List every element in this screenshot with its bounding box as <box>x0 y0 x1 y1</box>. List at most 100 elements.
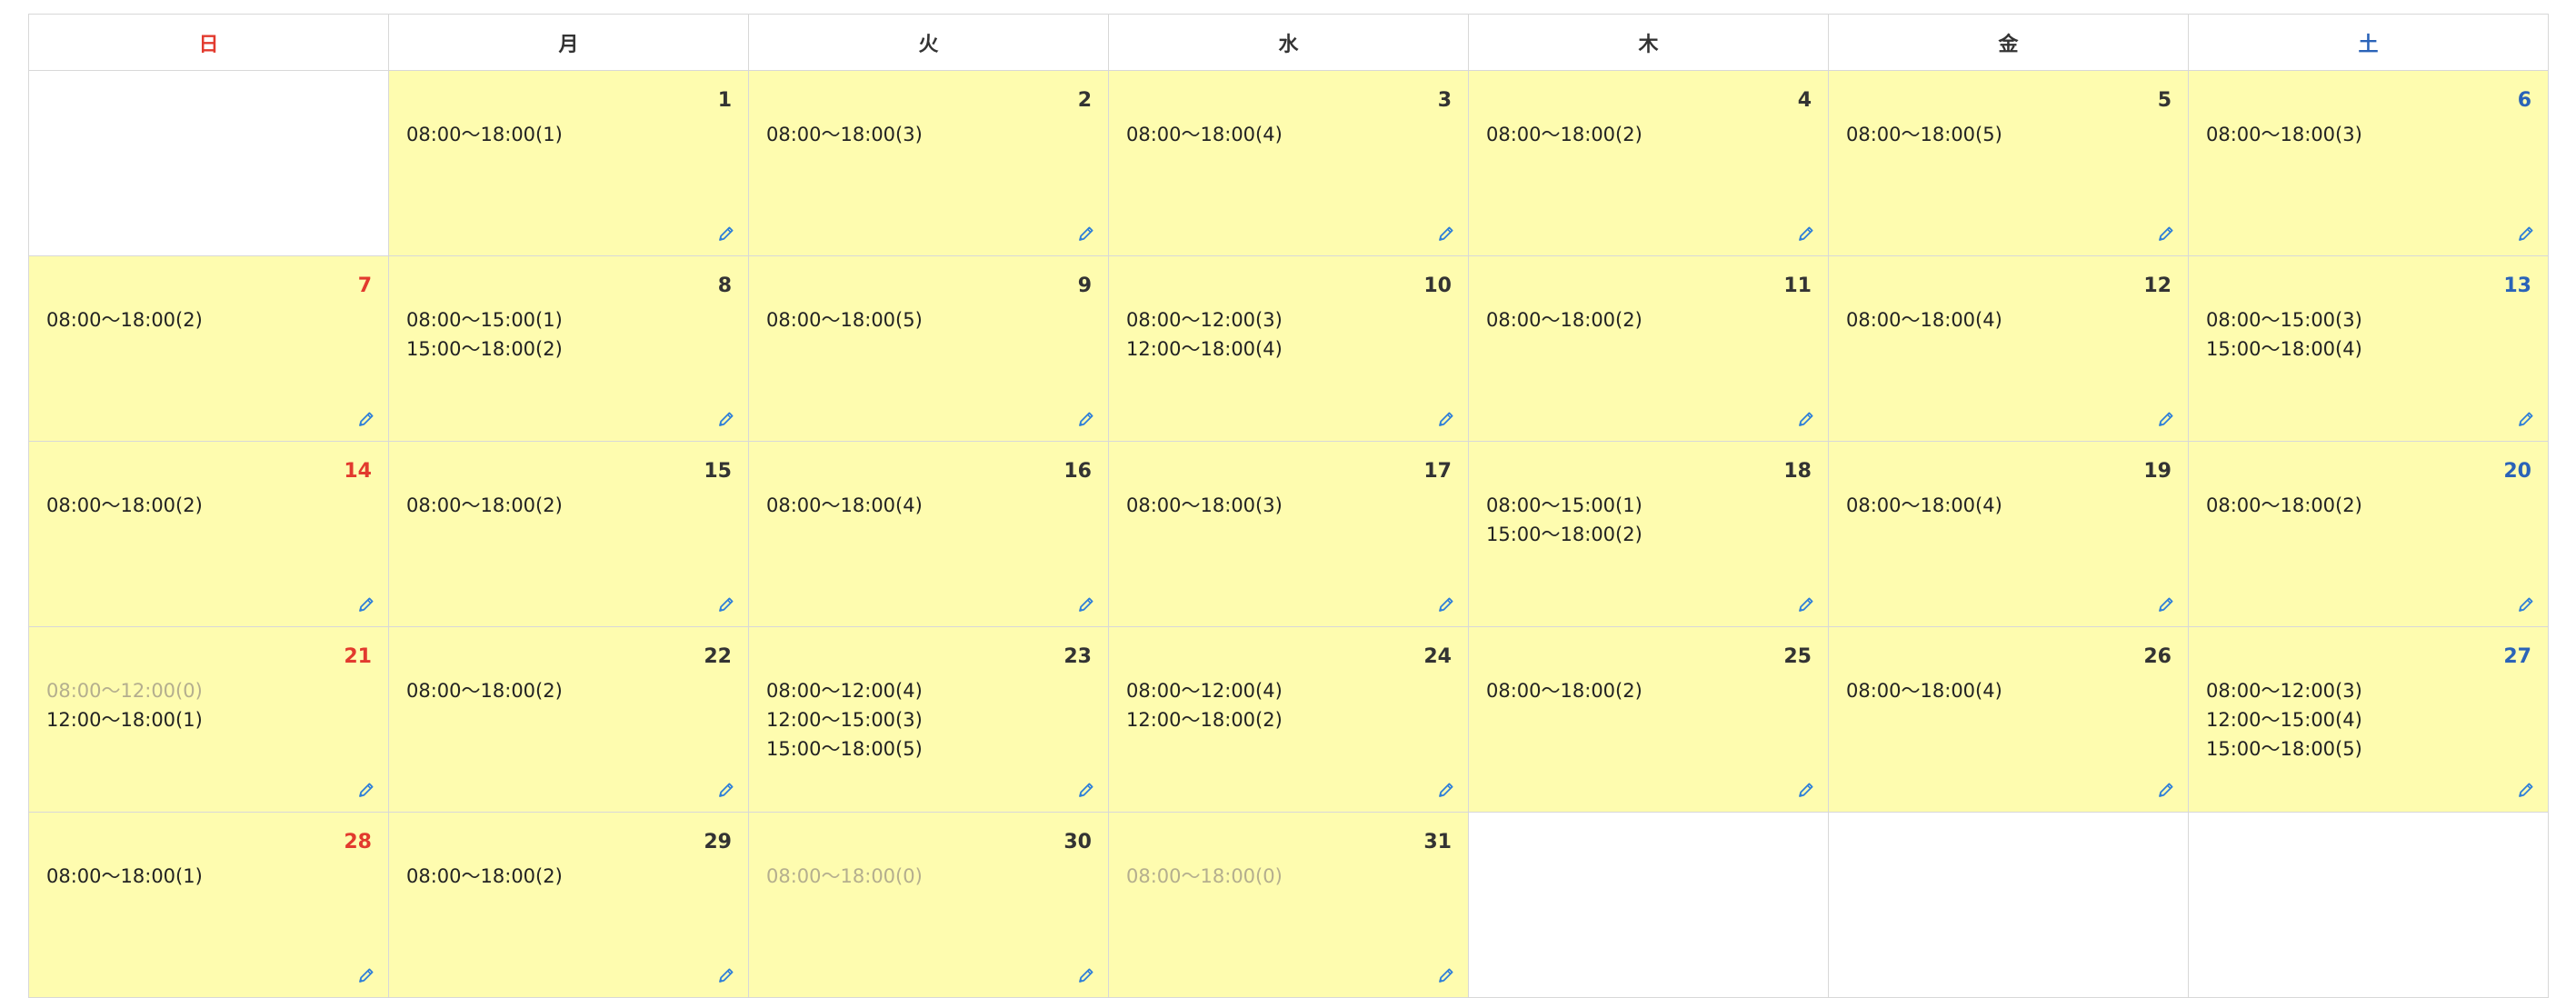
pencil-icon[interactable] <box>1437 595 1455 614</box>
time-slot[interactable]: 12:00〜15:00(4) <box>2206 705 2531 734</box>
calendar-day-cell[interactable]: 20 08:00〜18:00(2) <box>2188 441 2549 627</box>
pencil-icon[interactable] <box>717 595 735 614</box>
calendar-day-cell[interactable]: 4 08:00〜18:00(2) <box>1468 70 1829 256</box>
pencil-icon[interactable] <box>1797 410 1815 428</box>
calendar-day-cell[interactable]: 23 08:00〜12:00(4) 12:00〜15:00(3) 15:00〜18:0… <box>748 626 1109 813</box>
time-slot[interactable]: 08:00〜18:00(0) <box>766 862 1091 891</box>
pencil-icon[interactable] <box>1797 225 1815 243</box>
calendar-day-cell[interactable]: 31 08:00〜18:00(0) <box>1108 812 1469 998</box>
calendar-day-cell[interactable]: 3 08:00〜18:00(4) <box>1108 70 1469 256</box>
pencil-icon[interactable] <box>1077 595 1095 614</box>
pencil-icon[interactable] <box>1077 966 1095 984</box>
time-slot[interactable]: 15:00〜18:00(5) <box>2206 734 2531 763</box>
time-slot[interactable]: 08:00〜18:00(3) <box>766 120 1091 149</box>
pencil-icon[interactable] <box>717 966 735 984</box>
time-slot[interactable]: 08:00〜15:00(3) <box>2206 305 2531 334</box>
calendar-day-cell[interactable]: 25 08:00〜18:00(2) <box>1468 626 1829 813</box>
pencil-icon[interactable] <box>2157 225 2175 243</box>
pencil-icon[interactable] <box>1437 410 1455 428</box>
pencil-icon[interactable] <box>2517 410 2535 428</box>
time-slot[interactable]: 08:00〜12:00(3) <box>2206 676 2531 705</box>
time-slot[interactable]: 08:00〜18:00(4) <box>1846 305 2171 334</box>
time-slot[interactable]: 08:00〜18:00(3) <box>1126 491 1451 520</box>
calendar-day-cell[interactable]: 9 08:00〜18:00(5) <box>748 255 1109 442</box>
time-slot[interactable]: 12:00〜18:00(1) <box>46 705 371 734</box>
pencil-icon[interactable] <box>2517 595 2535 614</box>
time-slot[interactable]: 12:00〜18:00(2) <box>1126 705 1451 734</box>
time-slot[interactable]: 15:00〜18:00(4) <box>2206 334 2531 364</box>
time-slot[interactable]: 08:00〜18:00(2) <box>406 491 731 520</box>
calendar-day-cell[interactable]: 27 08:00〜12:00(3) 12:00〜15:00(4) 15:00〜18:0… <box>2188 626 2549 813</box>
pencil-icon[interactable] <box>1437 781 1455 799</box>
pencil-icon[interactable] <box>2157 781 2175 799</box>
time-slot[interactable]: 08:00〜18:00(2) <box>2206 491 2531 520</box>
pencil-icon[interactable] <box>1077 781 1095 799</box>
time-slot[interactable]: 08:00〜18:00(4) <box>1126 120 1451 149</box>
calendar-day-cell[interactable]: 28 08:00〜18:00(1) <box>28 812 389 998</box>
time-slot[interactable]: 08:00〜18:00(2) <box>406 862 731 891</box>
pencil-icon[interactable] <box>717 225 735 243</box>
calendar-day-cell[interactable]: 29 08:00〜18:00(2) <box>388 812 749 998</box>
calendar-day-cell[interactable]: 1 08:00〜18:00(1) <box>388 70 749 256</box>
calendar-day-cell[interactable]: 6 08:00〜18:00(3) <box>2188 70 2549 256</box>
calendar-day-cell[interactable]: 21 08:00〜12:00(0) 12:00〜18:00(1) <box>28 626 389 813</box>
time-slot[interactable]: 15:00〜18:00(5) <box>766 734 1091 763</box>
calendar-day-cell[interactable]: 11 08:00〜18:00(2) <box>1468 255 1829 442</box>
time-slot[interactable]: 08:00〜18:00(2) <box>46 491 371 520</box>
calendar-day-cell[interactable]: 24 08:00〜12:00(4) 12:00〜18:00(2) <box>1108 626 1469 813</box>
pencil-icon[interactable] <box>2517 781 2535 799</box>
calendar-day-cell[interactable]: 8 08:00〜15:00(1) 15:00〜18:00(2) <box>388 255 749 442</box>
pencil-icon[interactable] <box>1797 781 1815 799</box>
time-slot[interactable]: 12:00〜15:00(3) <box>766 705 1091 734</box>
time-slot[interactable]: 08:00〜18:00(3) <box>2206 120 2531 149</box>
calendar-day-cell[interactable]: 10 08:00〜12:00(3) 12:00〜18:00(4) <box>1108 255 1469 442</box>
time-slot[interactable]: 15:00〜18:00(2) <box>406 334 731 364</box>
time-slot[interactable]: 08:00〜18:00(1) <box>406 120 731 149</box>
calendar-day-cell[interactable]: 18 08:00〜15:00(1) 15:00〜18:00(2) <box>1468 441 1829 627</box>
calendar-day-cell[interactable]: 7 08:00〜18:00(2) <box>28 255 389 442</box>
calendar-day-cell[interactable]: 15 08:00〜18:00(2) <box>388 441 749 627</box>
pencil-icon[interactable] <box>357 595 375 614</box>
time-slot[interactable]: 15:00〜18:00(2) <box>1486 520 1811 549</box>
pencil-icon[interactable] <box>1797 595 1815 614</box>
time-slot[interactable]: 08:00〜18:00(2) <box>46 305 371 334</box>
pencil-icon[interactable] <box>1077 410 1095 428</box>
time-slot[interactable]: 08:00〜15:00(1) <box>406 305 731 334</box>
calendar-day-cell[interactable]: 26 08:00〜18:00(4) <box>1828 626 2189 813</box>
time-slot[interactable]: 08:00〜15:00(1) <box>1486 491 1811 520</box>
time-slot[interactable]: 08:00〜18:00(5) <box>766 305 1091 334</box>
calendar-day-cell[interactable]: 22 08:00〜18:00(2) <box>388 626 749 813</box>
calendar-day-cell[interactable]: 13 08:00〜15:00(3) 15:00〜18:00(4) <box>2188 255 2549 442</box>
time-slot[interactable]: 08:00〜12:00(3) <box>1126 305 1451 334</box>
time-slot[interactable]: 08:00〜18:00(2) <box>406 676 731 705</box>
time-slot[interactable]: 08:00〜18:00(2) <box>1486 120 1811 149</box>
time-slot[interactable]: 08:00〜12:00(4) <box>766 676 1091 705</box>
pencil-icon[interactable] <box>1077 225 1095 243</box>
pencil-icon[interactable] <box>357 781 375 799</box>
pencil-icon[interactable] <box>1437 966 1455 984</box>
pencil-icon[interactable] <box>357 966 375 984</box>
pencil-icon[interactable] <box>2517 225 2535 243</box>
calendar-day-cell[interactable]: 19 08:00〜18:00(4) <box>1828 441 2189 627</box>
pencil-icon[interactable] <box>1437 225 1455 243</box>
pencil-icon[interactable] <box>717 781 735 799</box>
pencil-icon[interactable] <box>2157 410 2175 428</box>
time-slot[interactable]: 08:00〜18:00(5) <box>1846 120 2171 149</box>
time-slot[interactable]: 12:00〜18:00(4) <box>1126 334 1451 364</box>
calendar-day-cell[interactable]: 12 08:00〜18:00(4) <box>1828 255 2189 442</box>
pencil-icon[interactable] <box>2157 595 2175 614</box>
calendar-day-cell[interactable]: 14 08:00〜18:00(2) <box>28 441 389 627</box>
pencil-icon[interactable] <box>717 410 735 428</box>
time-slot[interactable]: 08:00〜18:00(4) <box>766 491 1091 520</box>
time-slot[interactable]: 08:00〜12:00(4) <box>1126 676 1451 705</box>
time-slot[interactable]: 08:00〜12:00(0) <box>46 676 371 705</box>
pencil-icon[interactable] <box>357 410 375 428</box>
calendar-day-cell[interactable]: 30 08:00〜18:00(0) <box>748 812 1109 998</box>
calendar-day-cell[interactable]: 2 08:00〜18:00(3) <box>748 70 1109 256</box>
time-slot[interactable]: 08:00〜18:00(4) <box>1846 491 2171 520</box>
time-slot[interactable]: 08:00〜18:00(2) <box>1486 676 1811 705</box>
time-slot[interactable]: 08:00〜18:00(2) <box>1486 305 1811 334</box>
time-slot[interactable]: 08:00〜18:00(4) <box>1846 676 2171 705</box>
calendar-day-cell[interactable]: 16 08:00〜18:00(4) <box>748 441 1109 627</box>
calendar-day-cell[interactable]: 17 08:00〜18:00(3) <box>1108 441 1469 627</box>
